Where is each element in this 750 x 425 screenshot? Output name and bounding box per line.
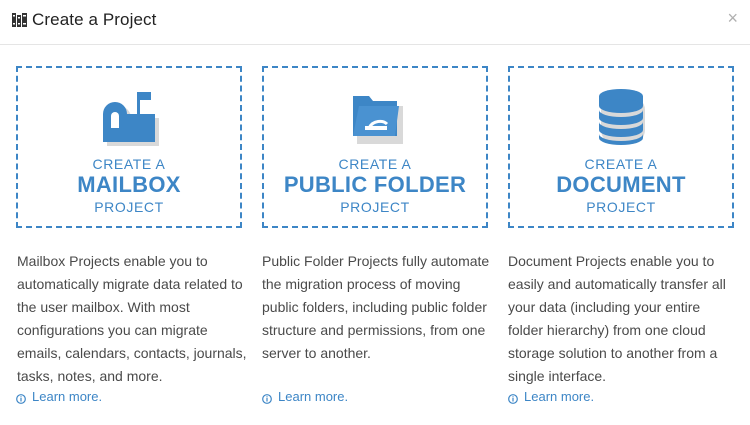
card-label-type: DOCUMENT <box>556 172 686 197</box>
card-label-project: PROJECT <box>586 199 656 215</box>
close-icon[interactable]: × <box>727 9 738 27</box>
info-icon <box>508 392 518 404</box>
card-label-type: MAILBOX <box>77 172 181 197</box>
document-learn-more-link[interactable]: Learn more. <box>508 389 594 404</box>
public-folder-learn-more-link[interactable]: Learn more. <box>262 389 348 404</box>
create-project-dialog: Create a Project × CREATE A MAILBOX PROJ… <box>0 0 750 425</box>
mailbox-learn-more-link[interactable]: Learn more. <box>16 389 102 404</box>
card-label-project: PROJECT <box>94 199 164 215</box>
learn-more-label: Learn more. <box>278 389 349 404</box>
folder-icon <box>339 88 411 148</box>
dialog-title: Create a Project <box>32 10 157 29</box>
create-mailbox-project-card[interactable]: CREATE A MAILBOX PROJECT <box>16 66 242 228</box>
learn-more-label: Learn more. <box>32 389 103 404</box>
database-icon <box>585 88 657 148</box>
card-label-create: CREATE A <box>584 156 658 172</box>
create-document-project-card[interactable]: CREATE A DOCUMENT PROJECT <box>508 66 734 228</box>
info-icon <box>262 392 272 404</box>
card-label-type: PUBLIC FOLDER <box>283 172 467 197</box>
card-label-create: CREATE A <box>92 156 166 172</box>
books-icon <box>11 11 29 29</box>
info-icon <box>16 392 26 404</box>
dialog-header: Create a Project × <box>0 0 750 45</box>
card-label-create: CREATE A <box>338 156 412 172</box>
learn-more-label: Learn more. <box>524 389 595 404</box>
mailbox-project-description: Mailbox Projects enable you to automatic… <box>17 253 247 384</box>
card-label-project: PROJECT <box>340 199 410 215</box>
create-public-folder-project-card[interactable]: CREATE A PUBLIC FOLDER PROJECT <box>262 66 488 228</box>
document-project-description: Document Projects enable you to easily a… <box>508 253 726 384</box>
mailbox-icon <box>93 88 165 148</box>
public-folder-project-description: Public Folder Projects fully automate th… <box>262 253 490 361</box>
